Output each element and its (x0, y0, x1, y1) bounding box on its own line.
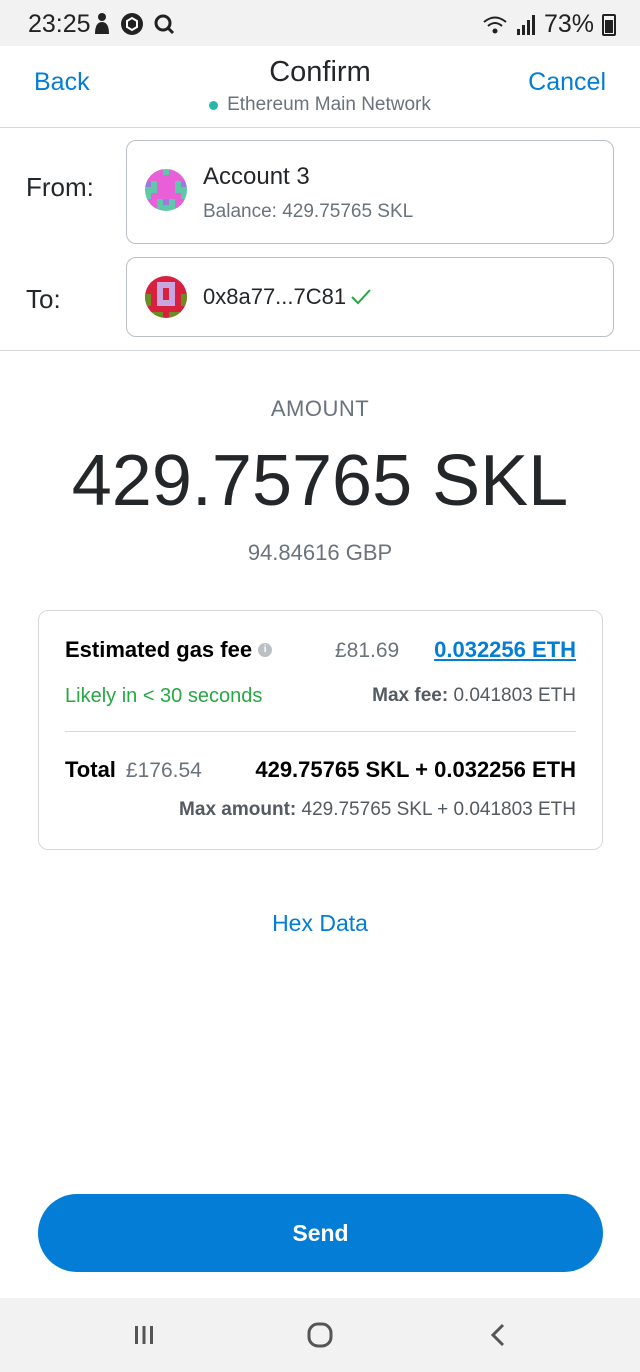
check-icon (351, 289, 371, 305)
home-icon (307, 1322, 333, 1348)
status-time: 23:25 (28, 10, 91, 38)
network-name: Ethereum Main Network (227, 94, 431, 115)
battery-percent: 73% (543, 10, 594, 38)
gas-fee-timing: Likely in < 30 seconds (65, 685, 263, 707)
send-button[interactable]: Send (38, 1194, 603, 1272)
gas-fee-eth-link[interactable]: 0.032256 ETH (434, 637, 576, 663)
estimated-gas-fee-title: Estimated gas fee i (65, 637, 273, 663)
total-label: Total (65, 757, 116, 782)
status-system-icons: 73% (482, 10, 616, 39)
recent-apps-button[interactable] (124, 1318, 164, 1352)
nav-back-button[interactable] (478, 1318, 518, 1352)
max-fee-label: Max fee: (372, 685, 449, 706)
total-line: Total £176.54 429.75765 SKL + 0.032256 E… (65, 757, 576, 783)
notification-app-icon (95, 13, 109, 34)
from-account-name: Account 3 (203, 163, 310, 190)
to-address-line: 0x8a77...7C81 (203, 284, 372, 310)
wifi-icon (483, 16, 507, 33)
hex-data-link[interactable]: Hex Data (0, 910, 640, 937)
network-status-dot (209, 100, 219, 110)
gas-fee-label: Estimated gas fee (65, 637, 253, 662)
from-account-balance: Balance: 429.75765 SKL (203, 201, 414, 222)
from-label: From: (26, 172, 94, 202)
max-fee-value: 0.041803 ETH (453, 685, 576, 706)
fee-divider (65, 731, 576, 732)
max-amount-value: 429.75765 SKL + 0.041803 ETH (301, 799, 576, 820)
amount-label: AMOUNT (270, 396, 370, 421)
amount-value: 429.75765 SKL (71, 441, 569, 521)
to-address: 0x8a77...7C81 (203, 284, 347, 309)
to-account-avatar (145, 276, 187, 318)
back-arrow-icon (490, 1323, 505, 1347)
system-nav-bar (0, 1298, 640, 1372)
status-notification-icons (92, 12, 176, 36)
battery-icon (602, 13, 616, 36)
cancel-button[interactable]: Cancel (528, 68, 606, 97)
total-fiat: £176.54 (125, 759, 202, 782)
confirm-header: Back Confirm Ethereum Main Network Cance… (0, 46, 640, 128)
status-bar: 23:25 73% (0, 0, 640, 46)
info-icon[interactable]: i (258, 643, 273, 657)
max-amount: Max amount: 429.75765 SKL + 0.041803 ETH (179, 799, 576, 821)
to-account-card[interactable]: 0x8a77...7C81 (126, 257, 614, 337)
from-account-card[interactable]: Account 3 Balance: 429.75765 SKL (126, 140, 614, 244)
section-divider (0, 350, 640, 351)
amount-fiat-value: 94.84616 GBP (247, 540, 393, 565)
gas-fee-fiat: £81.69 (335, 639, 400, 662)
network-indicator: Ethereum Main Network (0, 94, 640, 116)
signal-icon (516, 14, 535, 35)
search-app-icon (154, 14, 175, 35)
total-crypto: 429.75765 SKL + 0.032256 ETH (255, 757, 576, 782)
gas-fee-card: Estimated gas fee i £81.69 0.032256 ETH … (38, 610, 603, 850)
max-fee: Max fee: 0.041803 ETH (372, 685, 576, 707)
crypto-app-icon (121, 13, 143, 35)
home-button[interactable] (300, 1318, 340, 1352)
from-account-avatar (145, 169, 187, 211)
to-label: To: (26, 284, 61, 314)
recent-apps-icon (135, 1326, 153, 1344)
max-amount-label: Max amount: (179, 799, 297, 820)
